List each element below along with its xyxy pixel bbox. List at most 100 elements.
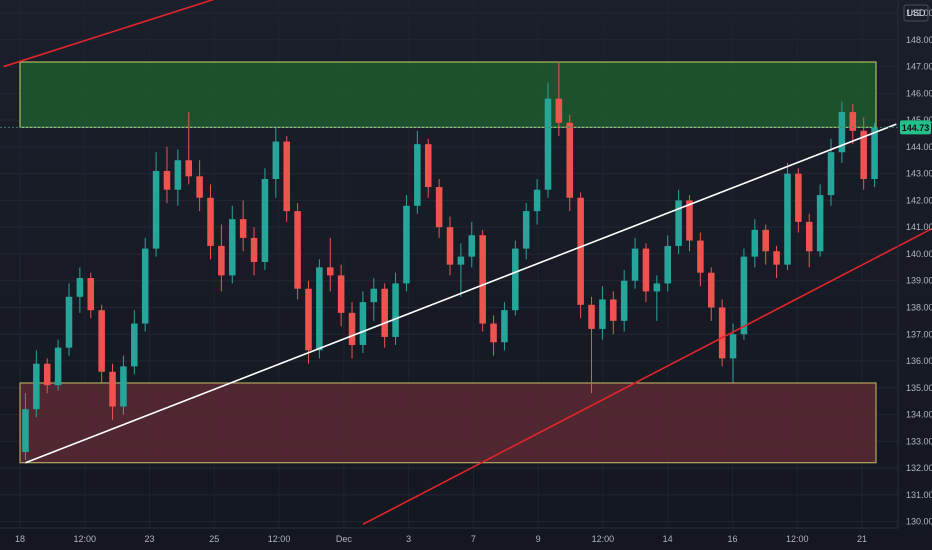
time-axis[interactable]: 18 12:00 23 25 12:00 Dec 3 7 9 12:00 14 16 12:00 21 [15, 534, 867, 544]
x-tick-label: 14 [663, 534, 673, 544]
candle-body [272, 141, 280, 179]
candle-body [827, 152, 835, 196]
candle-body [849, 112, 857, 131]
candle [610, 291, 617, 335]
candle [76, 267, 84, 313]
y-tick-label: 142.00 [906, 195, 932, 205]
candle-body [76, 278, 84, 297]
candle [784, 162, 791, 271]
candle-body [871, 127, 878, 179]
currency-label[interactable]: USD [903, 4, 929, 22]
candle [718, 299, 726, 367]
candle-body [326, 267, 334, 276]
candle [294, 203, 301, 300]
candle-body [533, 189, 541, 212]
candle [131, 310, 138, 375]
x-tick-label: 18 [15, 534, 25, 544]
x-tick-label: 23 [145, 534, 155, 544]
chart-area[interactable]: 130.00 131.00 132.00 133.00 134.00 135.00 136.… [0, 0, 932, 550]
candle [250, 227, 258, 276]
price-axis[interactable]: 130.00 131.00 132.00 133.00 134.00 135.00 136.… [906, 8, 932, 527]
y-tick-label: 139.00 [906, 276, 932, 286]
candle-body [414, 144, 421, 206]
candle-body [424, 144, 432, 188]
candle [239, 200, 247, 252]
candle-body [359, 302, 367, 345]
x-tick-label: 12:00 [268, 534, 291, 544]
candle [533, 179, 541, 225]
candle-body [348, 312, 356, 345]
candle [283, 136, 290, 222]
candle [392, 272, 399, 345]
candle [479, 229, 486, 332]
candle-body [120, 366, 127, 407]
y-tick-label: 136.00 [906, 356, 932, 366]
upper-red-channel-line[interactable] [3, 0, 222, 68]
candle [620, 270, 628, 332]
candle [664, 235, 671, 292]
candle [751, 219, 759, 268]
candle-body [283, 141, 290, 212]
candle-body [555, 98, 563, 123]
candle [860, 117, 867, 190]
candle-body [795, 173, 802, 222]
candle [599, 286, 606, 340]
candle-body [805, 221, 813, 252]
candle [141, 237, 149, 332]
candle-body [631, 248, 639, 281]
candle-body [229, 219, 236, 276]
current-price-value: 144.73 [902, 123, 930, 133]
candle [326, 237, 334, 292]
candle-body [381, 288, 388, 337]
candle-body [87, 278, 95, 311]
candle [370, 278, 378, 321]
candle-body [250, 237, 258, 262]
candle-body [185, 160, 192, 177]
candle [795, 168, 802, 233]
candle [697, 232, 704, 287]
candle-body [664, 245, 671, 284]
candle-body [522, 211, 530, 249]
x-tick-label: Dec [336, 534, 353, 544]
candle [348, 302, 356, 359]
candle [152, 152, 160, 257]
candle-body [468, 235, 476, 257]
candle-body [501, 310, 508, 343]
y-tick-label: 141.00 [906, 222, 932, 232]
resistance-zone[interactable] [19, 61, 877, 128]
x-tick-label: 21 [857, 534, 867, 544]
candle-body [729, 334, 737, 359]
candle [816, 184, 824, 257]
candle-body [316, 267, 323, 351]
candle-body [392, 283, 399, 337]
price-chart[interactable]: 130.00 131.00 132.00 133.00 134.00 135.00 136.… [0, 0, 932, 550]
candle-body [577, 197, 584, 305]
candle-body [620, 280, 628, 321]
candle-body [588, 304, 595, 329]
candle-body [54, 347, 62, 386]
candle-body [784, 173, 791, 265]
candle [196, 160, 203, 212]
candle [414, 130, 421, 214]
candle [522, 203, 530, 260]
y-tick-label: 133.00 [906, 436, 932, 446]
candle-body [610, 299, 617, 321]
candle-body [174, 160, 182, 190]
y-tick-label: 144.00 [906, 142, 932, 152]
candle [229, 205, 236, 284]
candle [577, 192, 584, 319]
candle-body [207, 197, 214, 246]
candle [773, 245, 780, 279]
y-tick-label: 137.00 [906, 329, 932, 339]
candle-body [512, 248, 519, 311]
candle [65, 283, 73, 356]
x-tick-label: 25 [209, 534, 219, 544]
candle [642, 243, 650, 303]
x-tick-label: 7 [471, 534, 476, 544]
candle [501, 302, 508, 351]
candle [762, 224, 769, 265]
candle [708, 267, 715, 321]
candle-body [751, 229, 759, 257]
support-zone[interactable] [19, 382, 877, 464]
x-tick-label: 3 [406, 534, 411, 544]
